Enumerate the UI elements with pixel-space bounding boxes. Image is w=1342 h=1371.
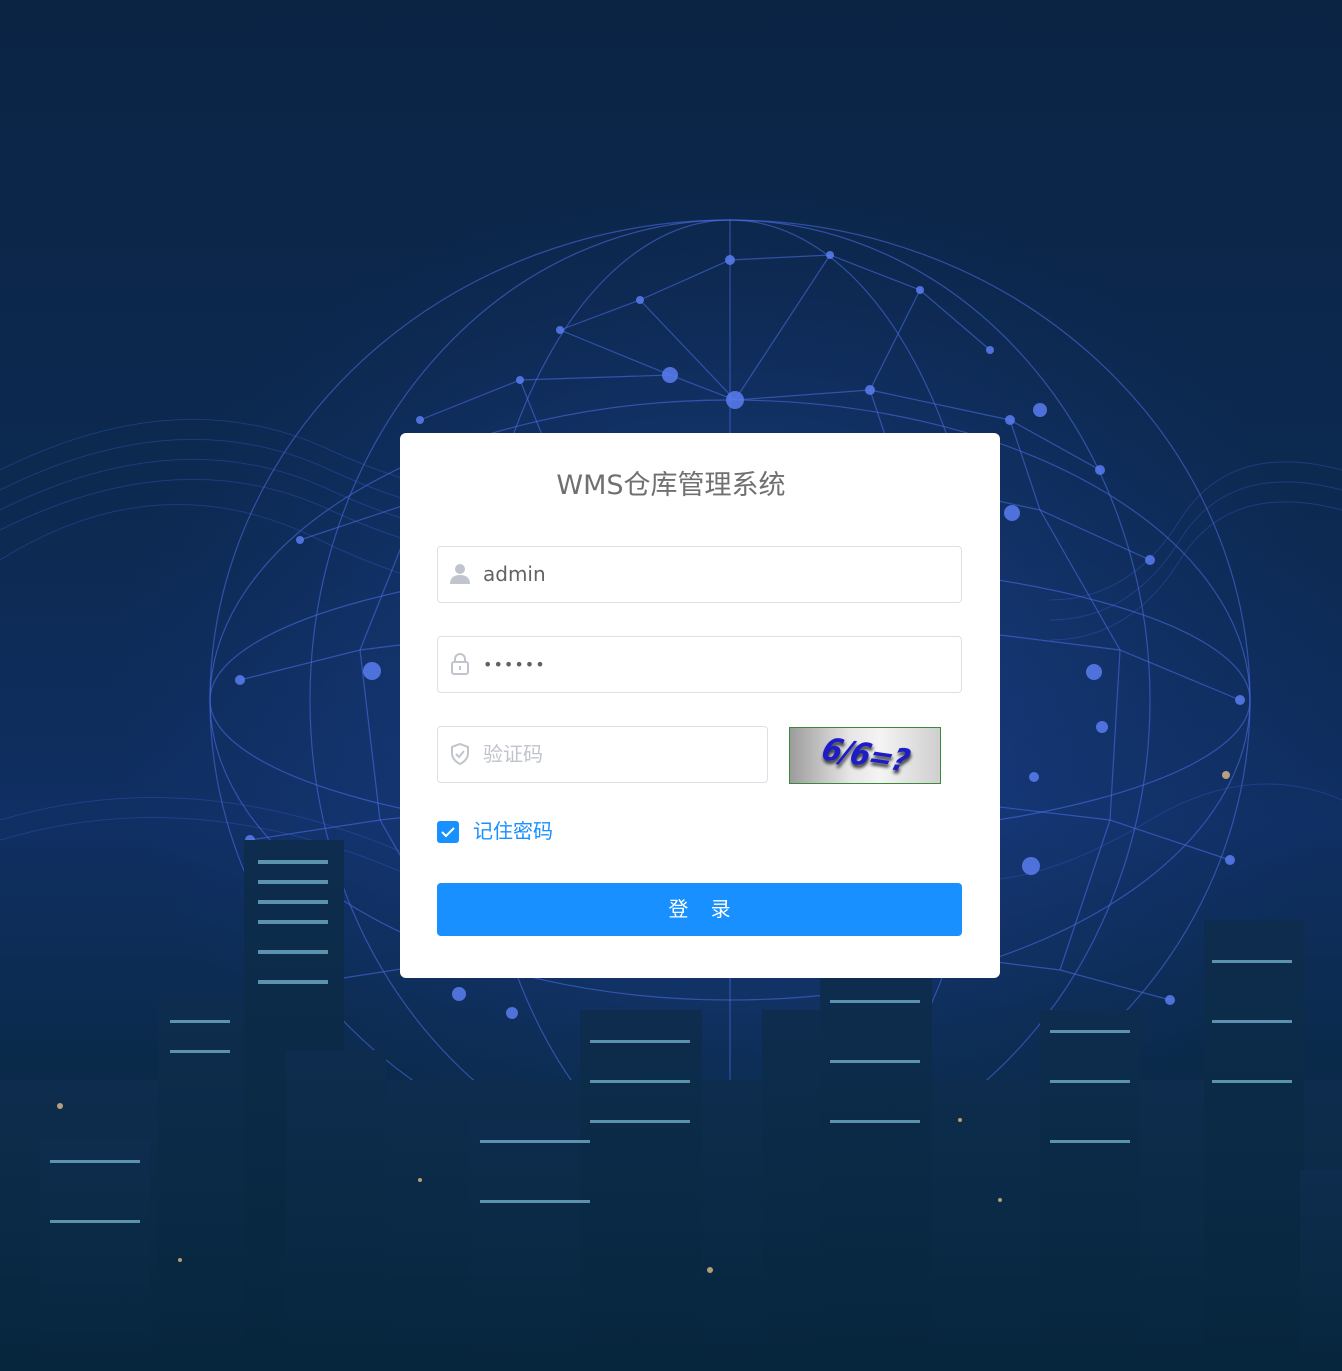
username-field[interactable]: admin — [437, 546, 962, 603]
shield-check-icon — [448, 742, 472, 766]
lock-icon — [448, 652, 472, 676]
captcha-placeholder: 验证码 — [483, 742, 543, 766]
captcha-field[interactable]: 验证码 — [437, 726, 768, 783]
login-button[interactable]: 登 录 — [437, 883, 962, 936]
checkbox-checked-icon[interactable] — [437, 821, 459, 843]
password-field[interactable]: •••••• — [437, 636, 962, 693]
user-icon — [448, 562, 472, 586]
password-value: •••••• — [483, 655, 546, 674]
username-value: admin — [483, 562, 546, 586]
captcha-image[interactable]: 6/6=? — [789, 727, 941, 784]
remember-password-label[interactable]: 记住密码 — [473, 818, 553, 844]
captcha-image-text: 6/6=? — [814, 731, 916, 780]
page-title: WMS仓库管理系统 — [556, 470, 786, 501]
